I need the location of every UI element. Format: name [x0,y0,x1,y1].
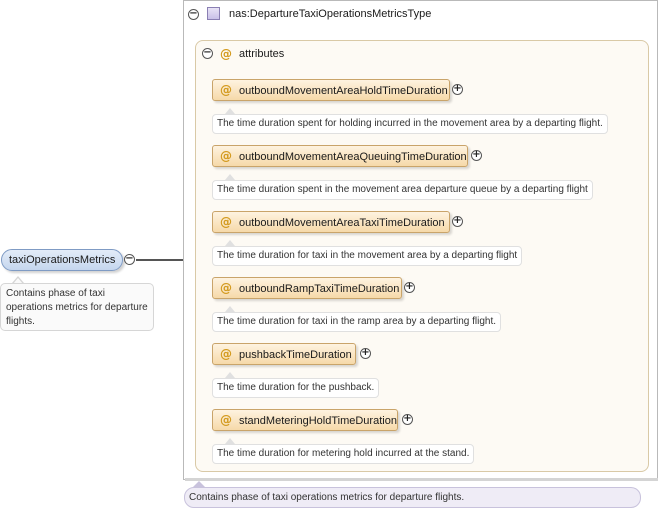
element-node-taxi-operations-metrics[interactable]: taxiOperationsMetrics [1,249,123,271]
collapse-icon[interactable]: − [188,9,199,20]
attribute-icon: @ [220,149,232,163]
expand-icon[interactable]: + [452,84,463,95]
connector-line [136,259,184,261]
attribute-node-outbound-movement-area-queuing-time-duration[interactable]: @ outboundMovementAreaQueuingTimeDuration [212,145,468,167]
attribute-node-outbound-ramp-taxi-time-duration[interactable]: @ outboundRampTaxiTimeDuration [212,277,402,299]
expand-icon[interactable]: + [402,414,413,425]
attribute-icon: @ [220,215,232,229]
complex-type-shadow [185,478,658,481]
attributes-group-label: attributes [239,48,285,60]
attribute-node-pushback-time-duration[interactable]: @ pushbackTimeDuration [212,343,356,365]
attribute-icon: @ [220,83,232,97]
attribute-name: pushbackTimeDuration [239,349,352,361]
attribute-name: standMeteringHoldTimeDuration [239,415,397,427]
attribute-annotation: The time duration for the pushback. [212,378,380,398]
attribute-annotation: The time duration spent in the movement … [212,180,593,200]
attribute-name: outboundMovementAreaTaxiTimeDuration [239,217,445,229]
attribute-icon: @ [220,347,232,361]
attribute-icon: @ [220,47,232,61]
element-name: taxiOperationsMetrics [9,254,116,266]
attribute-annotation: The time duration for metering hold incu… [212,444,475,464]
attribute-node-stand-metering-hold-time-duration[interactable]: @ standMeteringHoldTimeDuration [212,409,398,431]
element-annotation: Contains phase of taxi operations metric… [0,283,154,331]
complex-type-name: nas:DepartureTaxiOperationsMetricsType [229,8,432,20]
attribute-annotation: The time duration for taxi in the ramp a… [212,312,502,332]
attribute-name: outboundRampTaxiTimeDuration [239,283,400,295]
expand-icon[interactable]: + [471,150,482,161]
complex-type-annotation: Contains phase of taxi operations metric… [184,487,641,508]
attribute-name: outboundMovementAreaHoldTimeDuration [239,85,448,97]
attribute-icon: @ [220,413,232,427]
collapse-icon[interactable]: − [124,254,135,265]
attribute-node-outbound-movement-area-hold-time-duration[interactable]: @ outboundMovementAreaHoldTimeDuration [212,79,450,101]
complex-type-icon [207,7,220,20]
expand-icon[interactable]: + [404,282,415,293]
attribute-icon: @ [220,281,232,295]
attribute-annotation: The time duration for taxi in the moveme… [212,246,523,266]
attribute-annotation: The time duration spent for holding incu… [212,114,608,134]
collapse-icon[interactable]: − [202,48,213,59]
attribute-node-outbound-movement-area-taxi-time-duration[interactable]: @ outboundMovementAreaTaxiTimeDuration [212,211,450,233]
expand-icon[interactable]: + [360,348,371,359]
expand-icon[interactable]: + [452,216,463,227]
attribute-name: outboundMovementAreaQueuingTimeDuration [239,151,467,163]
